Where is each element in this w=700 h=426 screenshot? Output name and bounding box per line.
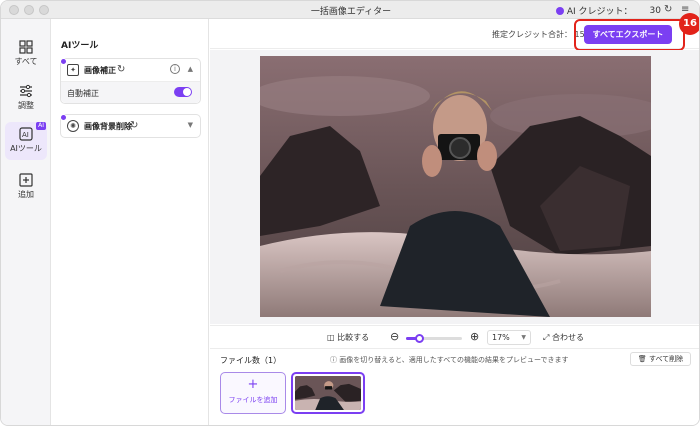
remove-background-icon: ✺	[67, 120, 79, 132]
zoom-in-icon[interactable]: ⊕	[470, 330, 479, 343]
auto-enhance-toggle[interactable]	[174, 87, 192, 97]
rail-label-adjust: 調整	[18, 101, 34, 110]
file-bar: ファイル数（1） ⓘ 画像を切り替えると、適用したすべての機能の結果をプレビュー…	[210, 350, 699, 368]
fit-label: 合わせる	[551, 333, 584, 342]
toggle-knob	[183, 88, 191, 96]
grid-icon	[19, 40, 33, 54]
file-thumbnail[interactable]	[291, 372, 365, 414]
rail-item-add[interactable]: 追加	[5, 168, 47, 206]
rail-item-adjust[interactable]: 調整	[5, 79, 47, 117]
tool-card-enhance-header[interactable]: ✦ 画像補正 ↻ i ▲	[60, 58, 200, 81]
compare-icon: ◫	[327, 333, 335, 342]
svg-text:AI: AI	[22, 131, 29, 139]
rail-label-add: 追加	[18, 190, 34, 199]
chevron-down-icon[interactable]: ▼	[188, 121, 193, 129]
tool-label-enhance: 画像補正	[84, 66, 116, 75]
main-area: 推定クレジット合計： 15 すべてエクスポート 16 ◫ 比較する ⊖ ⊕ 17…	[210, 13, 699, 425]
canvas-area	[210, 50, 699, 324]
zoom-slider-handle[interactable]	[415, 334, 424, 343]
preview-hint-text: 画像を切り替えると、適用したすべての機能の結果をプレビューできます	[339, 356, 569, 364]
ai-tool-icon: AI	[19, 127, 33, 141]
export-all-button[interactable]: すべてエクスポート	[584, 25, 672, 44]
thumbnail-photo	[295, 376, 361, 410]
tool-card-remove-bg: ✺ 画像背景削除 ↻ ▼	[60, 114, 201, 138]
left-rail: すべて 調整 AI AI AIツール 追加	[1, 19, 51, 425]
preview-hint: ⓘ 画像を切り替えると、適用したすべての機能の結果をプレビューできます	[330, 355, 569, 365]
ai-credits-value: 30	[649, 5, 661, 16]
selected-check-icon	[60, 114, 67, 121]
zoom-select[interactable]: 17% ▼	[487, 330, 531, 345]
preview-photo	[260, 56, 651, 317]
ai-credits: AI クレジット： 30	[555, 4, 661, 17]
image-preview	[260, 56, 651, 317]
info-icon[interactable]: i	[170, 64, 180, 74]
tool-panel: AIツール ✦ 画像補正 ↻ i ▲ 自動補正 ✺ 画像背景削除 ↻ ▼	[52, 19, 209, 425]
auto-enhance-row: 自動補正	[61, 81, 200, 103]
title-bar: 一括画像エディター AI クレジット： 30 ↻ ≡	[1, 1, 699, 19]
chevron-up-icon[interactable]: ▲	[188, 65, 193, 73]
rail-label-ai-tools: AIツール	[10, 144, 42, 153]
image-enhance-icon: ✦	[67, 64, 79, 76]
rail-item-all[interactable]: すべて	[5, 35, 47, 73]
reset-icon[interactable]: ↻	[130, 120, 138, 131]
auto-enhance-label: 自動補正	[67, 89, 99, 98]
delete-all-label: すべて削除	[648, 355, 684, 363]
compare-button[interactable]: ◫ 比較する	[327, 332, 369, 343]
estimated-credits: 推定クレジット合計： 15	[492, 29, 585, 40]
tool-card-enhance: ✦ 画像補正 ↻ i ▲ 自動補正	[60, 58, 201, 104]
fit-button[interactable]: ⤢ 合わせる	[543, 332, 584, 343]
info-icon: ⓘ	[330, 356, 337, 364]
add-file-label: ファイルを追加	[228, 396, 278, 404]
ai-badge: AI	[36, 122, 46, 130]
zoom-slider[interactable]	[406, 334, 462, 343]
tool-card-remove-bg-header[interactable]: ✺ 画像背景削除 ↻ ▼	[60, 114, 200, 137]
rail-item-ai-tools[interactable]: AI AI AIツール	[5, 122, 47, 160]
rail-label-all: すべて	[14, 57, 38, 66]
step-badge: 16	[679, 13, 699, 35]
file-count: ファイル数（1）	[220, 356, 282, 365]
add-file-tile[interactable]: + ファイルを追加	[220, 372, 286, 414]
plus-icon: +	[247, 377, 259, 392]
zoom-value: 17%	[492, 333, 510, 342]
tool-label-remove-bg: 画像背景削除	[84, 122, 132, 131]
chevron-down-icon: ▼	[521, 334, 526, 341]
panel-title: AIツール	[61, 41, 99, 51]
top-bar: 推定クレジット合計： 15 すべてエクスポート 16	[210, 13, 699, 51]
app-window: 一括画像エディター AI クレジット： 30 ↻ ≡ すべて 調整 AI AI	[0, 0, 700, 426]
refresh-icon[interactable]: ↻	[664, 4, 672, 15]
plus-square-icon	[19, 173, 33, 187]
credit-icon	[555, 6, 564, 15]
preview-controls: ◫ 比較する ⊖ ⊕ 17% ▼ ⤢ 合わせる	[210, 325, 699, 349]
zoom-out-icon[interactable]: ⊖	[390, 330, 399, 343]
sliders-icon	[19, 84, 33, 98]
thumbnail-image	[295, 376, 361, 410]
reset-icon[interactable]: ↻	[117, 64, 125, 75]
estimated-credits-label: 推定クレジット合計：	[492, 30, 572, 39]
fit-icon: ⤢	[543, 333, 550, 342]
ai-credits-label: AI クレジット：	[566, 7, 633, 17]
delete-all-button[interactable]: 🗑 すべて削除	[630, 352, 691, 366]
trash-icon: 🗑	[637, 355, 647, 363]
selected-check-icon	[60, 58, 67, 65]
compare-label: 比較する	[337, 333, 370, 342]
